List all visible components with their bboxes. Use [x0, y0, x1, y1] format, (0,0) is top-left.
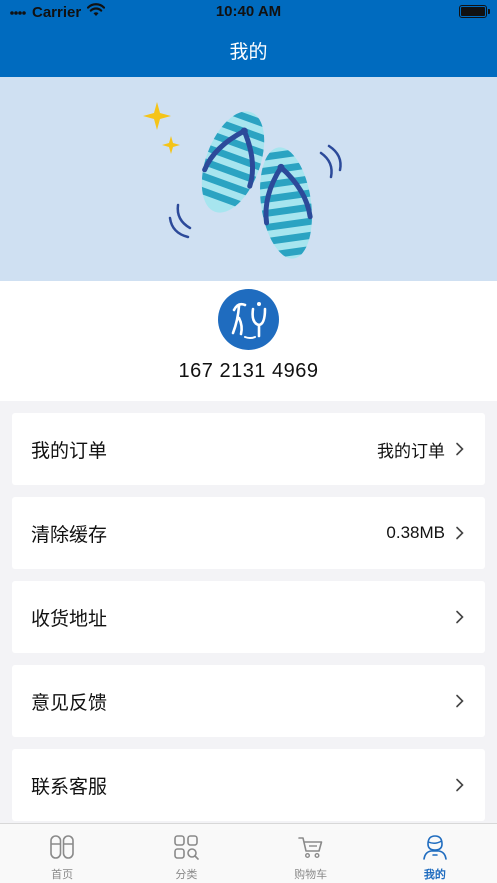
- menu-item-clear-cache[interactable]: 清除缓存 0.38MB: [12, 497, 485, 569]
- cart-icon: [297, 833, 325, 861]
- chevron-right-icon: [455, 694, 465, 708]
- category-grid-icon: [172, 833, 200, 861]
- page-title: 我的: [229, 41, 268, 63]
- menu-item-label: 收货地址: [31, 607, 108, 630]
- menu-item-label: 联系客服: [31, 775, 108, 798]
- menu-item-label: 我的订单: [31, 439, 108, 462]
- tab-mine[interactable]: 我的: [373, 824, 497, 883]
- menu-item-feedback[interactable]: 意见反馈: [12, 665, 485, 737]
- nav-bar: 我的: [0, 24, 497, 77]
- menu-item-shipping-address[interactable]: 收货地址: [12, 581, 485, 653]
- profile-section: 167 2131 4969: [0, 281, 497, 401]
- menu-item-label: 清除缓存: [31, 523, 108, 546]
- phone-number: 167 2131 4969: [178, 360, 319, 382]
- avatar[interactable]: [218, 289, 279, 350]
- flip-flops-logo-icon: [231, 302, 267, 339]
- tab-home[interactable]: 首页: [0, 824, 124, 883]
- banner: [0, 77, 497, 281]
- menu-item-label: 意见反馈: [31, 691, 108, 714]
- menu-item-value: 0.38MB: [386, 523, 445, 542]
- tab-cart[interactable]: 购物车: [249, 824, 373, 883]
- tab-bar: 首页 分类 购物车 我的: [0, 823, 497, 883]
- menu-item-value: 我的订单: [377, 441, 445, 462]
- chevron-right-icon: [455, 778, 465, 792]
- chevron-right-icon: [455, 610, 465, 624]
- status-time: 10:40 AM: [215, 3, 282, 20]
- tab-category[interactable]: 分类: [124, 824, 248, 883]
- chevron-right-icon: [455, 442, 465, 456]
- menu-item-my-orders[interactable]: 我的订单 我的订单: [12, 413, 485, 485]
- status-bar: Carrier 10:40 AM: [0, 0, 497, 24]
- tab-label: 购物车: [294, 868, 328, 881]
- tab-label: 我的: [423, 868, 446, 881]
- slippers-icon: [48, 833, 76, 861]
- flip-flops-illustration: [143, 102, 342, 262]
- person-icon: [421, 833, 449, 861]
- tab-label: 分类: [175, 868, 198, 881]
- battery-icon: [459, 5, 490, 18]
- chevron-right-icon: [455, 526, 465, 540]
- tab-label: 首页: [51, 868, 74, 881]
- menu-item-customer-service[interactable]: 联系客服: [12, 749, 485, 821]
